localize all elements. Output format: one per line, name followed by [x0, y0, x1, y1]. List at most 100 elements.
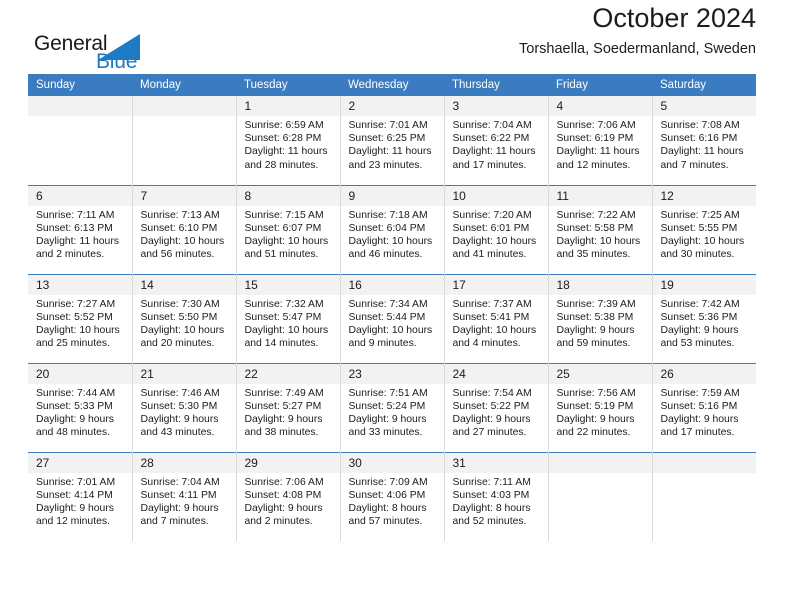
day-cell-inner: 11 Sunrise: 7:22 AM Sunset: 5:58 PM Dayligh…	[548, 185, 652, 274]
calendar-day-cell[interactable]: 8 Sunrise: 7:15 AM Sunset: 6:07 PM Daylight…	[236, 184, 341, 274]
calendar-day-cell[interactable]: 21 Sunrise: 7:46 AM Sunset: 5:30 PM Dayligh…	[132, 362, 237, 452]
day-number: 31	[444, 452, 548, 473]
day-number: 30	[340, 452, 444, 473]
sunrise-text: Sunrise: 7:39 AM	[556, 298, 636, 310]
day-number: 27	[28, 452, 132, 473]
weekday-header-thursday: Thursday	[444, 74, 548, 96]
calendar-day-cell[interactable]: 18 Sunrise: 7:39 AM Sunset: 5:38 PM Dayligh…	[548, 273, 653, 363]
sunrise-text: Sunrise: 7:56 AM	[556, 387, 636, 399]
day-info: Sunrise: 7:09 AM Sunset: 4:06 PM Daylight:…	[341, 473, 444, 529]
title-block: October 2024 Torshaella, Soedermanland, …	[519, 0, 756, 60]
weekday-header-tuesday: Tuesday	[236, 74, 340, 96]
weekday-header-wednesday: Wednesday	[340, 74, 444, 96]
calendar-week-row: 1 Sunrise: 6:59 AM Sunset: 6:28 PM Daylight…	[28, 96, 756, 185]
calendar-day-cell[interactable]: 30 Sunrise: 7:09 AM Sunset: 4:06 PM Dayligh…	[340, 451, 445, 541]
day-info: Sunrise: 7:04 AM Sunset: 6:22 PM Daylight:…	[445, 116, 548, 172]
page-subtitle: Torshaella, Soedermanland, Sweden	[519, 41, 756, 57]
calendar-day-cell[interactable]: 13 Sunrise: 7:27 AM Sunset: 5:52 PM Dayligh…	[28, 273, 133, 363]
calendar-day-cell[interactable]: 11 Sunrise: 7:22 AM Sunset: 5:58 PM Dayligh…	[548, 184, 653, 274]
sunrise-text: Sunrise: 7:04 AM	[140, 476, 220, 488]
sunrise-text: Sunrise: 7:18 AM	[348, 209, 428, 221]
calendar-day-cell[interactable]: 26 Sunrise: 7:59 AM Sunset: 5:16 PM Dayligh…	[652, 362, 756, 452]
calendar-day-cell[interactable]: 19 Sunrise: 7:42 AM Sunset: 5:36 PM Dayligh…	[652, 273, 756, 363]
day-info: Sunrise: 7:46 AM Sunset: 5:30 PM Daylight:…	[133, 384, 236, 440]
day-cell-inner: 31 Sunrise: 7:11 AM Sunset: 4:03 PM Dayligh…	[444, 452, 548, 542]
calendar-day-cell[interactable]: 10 Sunrise: 7:20 AM Sunset: 6:01 PM Dayligh…	[444, 184, 549, 274]
day-number: 1	[236, 96, 340, 116]
sunrise-text: Sunrise: 7:06 AM	[556, 120, 636, 131]
calendar-day-cell[interactable]: 9 Sunrise: 7:18 AM Sunset: 6:04 PM Daylight…	[340, 184, 445, 274]
day-cell-inner: 7 Sunrise: 7:13 AM Sunset: 6:10 PM Daylight…	[132, 185, 236, 274]
day-cell-inner: 17 Sunrise: 7:37 AM Sunset: 5:41 PM Dayligh…	[444, 274, 548, 363]
day-info: Sunrise: 7:15 AM Sunset: 6:07 PM Daylight:…	[237, 206, 340, 262]
day-number: 5	[652, 96, 756, 116]
calendar-day-cell[interactable]: 12 Sunrise: 7:25 AM Sunset: 5:55 PM Dayligh…	[652, 184, 756, 274]
calendar-day-cell[interactable]: 3 Sunrise: 7:04 AM Sunset: 6:22 PM Daylight…	[444, 96, 549, 185]
day-info: Sunrise: 7:04 AM Sunset: 4:11 PM Daylight:…	[133, 473, 236, 529]
calendar-day-cell[interactable]: 29 Sunrise: 7:06 AM Sunset: 4:08 PM Dayligh…	[236, 451, 341, 541]
sunset-text: Sunset: 6:22 PM	[452, 133, 530, 145]
calendar-day-cell[interactable]: 25 Sunrise: 7:56 AM Sunset: 5:19 PM Dayligh…	[548, 362, 653, 452]
daylight-text: Daylight: 9 hours and 7 minutes.	[140, 502, 219, 528]
day-number: 3	[444, 96, 548, 116]
calendar-day-cell[interactable]: 4 Sunrise: 7:06 AM Sunset: 6:19 PM Daylight…	[548, 96, 653, 185]
day-info: Sunrise: 7:18 AM Sunset: 6:04 PM Daylight:…	[341, 206, 444, 262]
calendar-day-cell[interactable]: 14 Sunrise: 7:30 AM Sunset: 5:50 PM Dayligh…	[132, 273, 237, 363]
calendar-day-cell[interactable]: 28 Sunrise: 7:04 AM Sunset: 4:11 PM Dayligh…	[132, 451, 237, 541]
daylight-text: Daylight: 9 hours and 33 minutes.	[348, 413, 427, 439]
day-info: Sunrise: 7:06 AM Sunset: 4:08 PM Daylight:…	[237, 473, 340, 529]
calendar-day-cell[interactable]: 23 Sunrise: 7:51 AM Sunset: 5:24 PM Dayligh…	[340, 362, 445, 452]
sunrise-text: Sunrise: 6:59 AM	[244, 120, 324, 131]
weekday-header-saturday: Saturday	[652, 74, 756, 96]
day-cell-inner	[652, 452, 756, 542]
sunrise-text: Sunrise: 7:46 AM	[140, 387, 220, 399]
day-cell-inner: 18 Sunrise: 7:39 AM Sunset: 5:38 PM Dayligh…	[548, 274, 652, 363]
calendar-day-cell[interactable]: 22 Sunrise: 7:49 AM Sunset: 5:27 PM Dayligh…	[236, 362, 341, 452]
day-number: 2	[340, 96, 444, 116]
day-cell-inner: 23 Sunrise: 7:51 AM Sunset: 5:24 PM Dayligh…	[340, 363, 444, 452]
day-number: 14	[132, 274, 236, 295]
sunset-text: Sunset: 5:22 PM	[452, 400, 530, 412]
day-cell-inner: 12 Sunrise: 7:25 AM Sunset: 5:55 PM Dayligh…	[652, 185, 756, 274]
sunset-text: Sunset: 5:55 PM	[660, 222, 738, 234]
day-cell-inner: 16 Sunrise: 7:34 AM Sunset: 5:44 PM Dayligh…	[340, 274, 444, 363]
day-info: Sunrise: 7:20 AM Sunset: 6:01 PM Daylight:…	[445, 206, 548, 262]
sunrise-text: Sunrise: 7:30 AM	[140, 298, 220, 310]
day-number: 29	[236, 452, 340, 473]
day-cell-inner: 14 Sunrise: 7:30 AM Sunset: 5:50 PM Dayligh…	[132, 274, 236, 363]
day-info: Sunrise: 7:51 AM Sunset: 5:24 PM Daylight:…	[341, 384, 444, 440]
sunset-text: Sunset: 5:27 PM	[244, 400, 322, 412]
sunset-text: Sunset: 4:11 PM	[140, 489, 217, 501]
day-number: 26	[652, 363, 756, 384]
day-info: Sunrise: 7:01 AM Sunset: 6:25 PM Daylight:…	[341, 116, 444, 172]
calendar-day-cell[interactable]: 2 Sunrise: 7:01 AM Sunset: 6:25 PM Daylight…	[340, 96, 445, 185]
daylight-text: Daylight: 10 hours and 56 minutes.	[140, 235, 225, 261]
calendar-day-cell[interactable]: 16 Sunrise: 7:34 AM Sunset: 5:44 PM Dayligh…	[340, 273, 445, 363]
calendar-day-cell[interactable]: 15 Sunrise: 7:32 AM Sunset: 5:47 PM Dayligh…	[236, 273, 341, 363]
calendar-week-row: 27 Sunrise: 7:01 AM Sunset: 4:14 PM Dayligh…	[28, 451, 756, 542]
day-cell-inner: 4 Sunrise: 7:06 AM Sunset: 6:19 PM Daylight…	[548, 96, 652, 185]
day-number: 19	[652, 274, 756, 295]
calendar-day-cell[interactable]: 6 Sunrise: 7:11 AM Sunset: 6:13 PM Daylight…	[28, 184, 133, 274]
calendar-day-cell[interactable]: 1 Sunrise: 6:59 AM Sunset: 6:28 PM Daylight…	[236, 96, 341, 185]
daylight-text: Daylight: 11 hours and 28 minutes.	[244, 146, 328, 171]
sunrise-text: Sunrise: 7:59 AM	[660, 387, 740, 399]
daylight-text: Daylight: 10 hours and 9 minutes.	[348, 324, 433, 350]
calendar-day-cell[interactable]: 7 Sunrise: 7:13 AM Sunset: 6:10 PM Daylight…	[132, 184, 237, 274]
daylight-text: Daylight: 10 hours and 46 minutes.	[348, 235, 433, 261]
sunset-text: Sunset: 4:14 PM	[36, 489, 113, 501]
sunset-text: Sunset: 6:28 PM	[244, 133, 322, 145]
sunset-text: Sunset: 5:19 PM	[556, 400, 634, 412]
sunset-text: Sunset: 5:47 PM	[244, 311, 322, 323]
day-number	[548, 452, 652, 473]
calendar-day-cell[interactable]: 20 Sunrise: 7:44 AM Sunset: 5:33 PM Dayligh…	[28, 362, 133, 452]
brand-logo[interactable]: General Blue	[34, 32, 164, 80]
calendar-day-cell[interactable]: 24 Sunrise: 7:54 AM Sunset: 5:22 PM Dayligh…	[444, 362, 549, 452]
sunrise-text: Sunrise: 7:11 AM	[452, 476, 531, 488]
calendar-day-cell[interactable]: 31 Sunrise: 7:11 AM Sunset: 4:03 PM Dayligh…	[444, 451, 549, 542]
calendar-day-cell[interactable]: 5 Sunrise: 7:08 AM Sunset: 6:16 PM Daylight…	[652, 96, 756, 185]
calendar-day-cell[interactable]: 17 Sunrise: 7:37 AM Sunset: 5:41 PM Dayligh…	[444, 273, 549, 363]
daylight-text: Daylight: 8 hours and 57 minutes.	[348, 502, 427, 528]
calendar-day-cell[interactable]: 27 Sunrise: 7:01 AM Sunset: 4:14 PM Dayligh…	[28, 451, 133, 541]
day-cell-inner: 26 Sunrise: 7:59 AM Sunset: 5:16 PM Dayligh…	[652, 363, 756, 452]
